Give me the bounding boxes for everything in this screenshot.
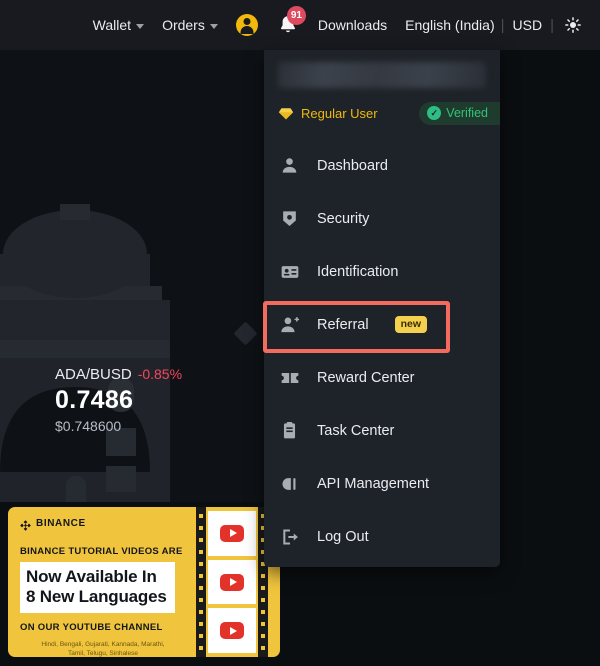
ticker-change: -0.85% <box>137 366 183 382</box>
user-account-dropdown: Regular User ✓ Verified Dashboard Securi… <box>263 50 500 567</box>
menu-item-task-center-label: Task Center <box>317 422 395 439</box>
id-card-icon <box>279 261 300 282</box>
user-tier-label: Regular User <box>301 105 378 121</box>
menu-item-referral[interactable]: Referral new <box>264 298 500 351</box>
menu-item-security-label: Security <box>317 210 370 227</box>
nav-orders-label: Orders <box>162 17 205 33</box>
header-divider: | <box>550 16 554 34</box>
person-add-icon <box>279 314 300 335</box>
logout-icon <box>279 526 300 547</box>
banner-line1: BINANCE TUTORIAL VIDEOS ARE <box>20 546 183 557</box>
hero-background-art <box>0 50 270 502</box>
india-gate-illustration <box>0 204 170 502</box>
promo-banner-content: BINANCE BINANCE TUTORIAL VIDEOS ARE Now … <box>8 507 196 657</box>
brightness-sun-icon <box>565 17 581 33</box>
nav-language-label: English (India) <box>405 17 495 33</box>
diamond-decoration <box>233 321 258 346</box>
binance-logo: BINANCE <box>20 518 186 531</box>
youtube-play-icon <box>220 573 244 591</box>
menu-item-dashboard[interactable]: Dashboard <box>264 139 500 192</box>
notification-count-badge: 91 <box>286 6 306 25</box>
header-divider: | <box>500 16 505 34</box>
notifications-button[interactable]: 91 <box>267 0 309 50</box>
verified-label: Verified <box>446 106 488 120</box>
filmstrip-frames <box>208 511 256 654</box>
plug-icon <box>279 473 300 494</box>
menu-item-reward-center[interactable]: Reward Center <box>264 351 500 404</box>
filmstrip-frame <box>208 559 256 605</box>
nav-downloads-label: Downloads <box>317 17 388 33</box>
ticket-icon <box>279 367 300 388</box>
bell-icon: 91 <box>276 6 306 37</box>
user-avatar-icon <box>235 14 258 36</box>
menu-item-security[interactable]: Security <box>264 192 500 245</box>
menu-item-log-out[interactable]: Log Out <box>264 510 500 563</box>
filmstrip-frame <box>208 608 256 654</box>
person-icon <box>279 155 300 176</box>
youtube-play-icon <box>220 524 244 542</box>
nav-language[interactable]: English (India) <box>396 0 499 50</box>
menu-item-task-center[interactable]: Task Center <box>264 404 500 457</box>
theme-toggle-button[interactable] <box>556 0 588 50</box>
nav-downloads[interactable]: Downloads <box>309 0 396 50</box>
app-root: Wallet Orders 91 Downloads English (Indi… <box>0 0 600 666</box>
nav-currency-label: USD <box>512 17 543 33</box>
nav-wallet-label: Wallet <box>92 17 132 33</box>
ticker-usd-value: $0.748600 <box>55 418 122 434</box>
banner-brand: BINANCE <box>36 518 86 529</box>
banner-headline: Now Available In 8 New Languages <box>20 562 175 613</box>
nav-wallet[interactable]: Wallet <box>84 0 153 50</box>
top-navigation-bar: Wallet Orders 91 Downloads English (Indi… <box>0 0 600 50</box>
chevron-down-icon <box>136 23 145 29</box>
user-tier-row: Regular User ✓ Verified <box>264 101 500 125</box>
filmstrip-perforations-left <box>196 507 206 657</box>
user-avatar-button[interactable] <box>227 0 267 50</box>
nav-orders[interactable]: Orders <box>153 0 227 50</box>
ticker-price: 0.7486 <box>55 386 134 414</box>
youtube-play-icon <box>220 622 244 640</box>
menu-item-dashboard-label: Dashboard <box>317 157 388 174</box>
check-circle-icon: ✓ <box>427 106 442 120</box>
binance-logo-icon <box>20 518 31 531</box>
banner-headline-line2: 8 New Languages <box>26 586 167 606</box>
dropdown-menu-list: Dashboard Security Identification Referr… <box>264 139 500 563</box>
clipboard-icon <box>279 420 300 441</box>
banner-line2: ON OUR YOUTUBE CHANNEL <box>20 621 163 633</box>
menu-item-api-management-label: API Management <box>317 475 430 492</box>
menu-item-reward-center-label: Reward Center <box>317 369 415 386</box>
menu-item-api-management[interactable]: API Management <box>264 457 500 510</box>
verified-badge: ✓ Verified <box>419 101 500 125</box>
menu-item-referral-label: Referral <box>317 316 369 333</box>
referral-new-badge: new <box>394 316 427 333</box>
price-ticker: ADA/BUSD -0.85% 0.7486 $0.748600 <box>55 366 182 434</box>
ticker-pair: ADA/BUSD <box>55 366 132 383</box>
promo-banner[interactable]: BINANCE BINANCE TUTORIAL VIDEOS ARE Now … <box>8 507 280 657</box>
filmstrip-frame <box>208 511 256 556</box>
nav-currency[interactable]: USD <box>507 0 549 50</box>
diamond-gem-icon <box>278 107 294 119</box>
banner-languages: Hindi, Bengali, Gujarati, Kannada, Marat… <box>41 640 165 657</box>
shield-icon <box>279 208 300 229</box>
username-redacted <box>278 62 486 88</box>
banner-headline-line1: Now Available In <box>26 567 157 586</box>
chevron-down-icon <box>209 23 218 29</box>
menu-item-identification-label: Identification <box>317 263 399 280</box>
menu-item-identification[interactable]: Identification <box>264 245 500 298</box>
menu-item-log-out-label: Log Out <box>317 528 369 545</box>
